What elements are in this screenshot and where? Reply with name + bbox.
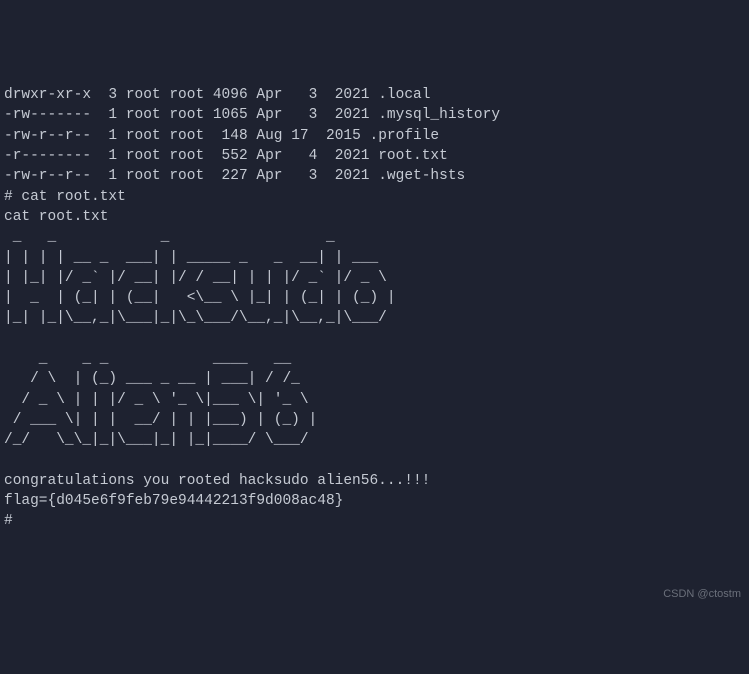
filename: root.txt — [378, 148, 448, 164]
filename: .mysql_history — [378, 107, 500, 123]
group: root — [169, 87, 204, 103]
perm: -rw------- — [4, 107, 91, 123]
owner: root — [126, 107, 161, 123]
prompt-line[interactable]: # cat root.txt — [4, 189, 126, 205]
day: 3 — [300, 168, 317, 184]
day: 4 — [300, 148, 317, 164]
size: 4096 — [213, 87, 248, 103]
owner: root — [126, 128, 161, 144]
day: 3 — [300, 87, 317, 103]
ascii-art-line: | _ | (_| | (__| <\__ \ |_| | (_| | (_) … — [4, 290, 465, 306]
perm: -rw-r--r-- — [4, 128, 91, 144]
ascii-art-line: / _ \ | | |/ _ \ '_ \|___ \| '_ \ — [4, 392, 387, 408]
ascii-art-line: | |_| |/ _` |/ __| |/ / __| | | |/ _` |/… — [4, 270, 465, 286]
perm: -r-------- — [4, 148, 91, 164]
links: 1 — [108, 148, 117, 164]
ls-row: -r-------- 1 root root 552 Apr 4 2021 ro… — [4, 148, 448, 164]
group: root — [169, 128, 204, 144]
month: Apr — [256, 107, 282, 123]
year: 2015 — [326, 128, 361, 144]
flag-output: flag={d045e6f9feb79e94442213f9d008ac48} — [4, 493, 343, 509]
perm: -rw-r--r-- — [4, 168, 91, 184]
ls-row: -rw-r--r-- 1 root root 227 Apr 3 2021 .w… — [4, 168, 465, 184]
year: 2021 — [335, 168, 370, 184]
ascii-art-line: / \ | (_) ___ _ __ | ___| / /_ — [4, 371, 387, 387]
terminal-output: drwxr-xr-x 3 root root 4096 Apr 3 2021 .… — [4, 85, 745, 532]
group: root — [169, 148, 204, 164]
year: 2021 — [335, 87, 370, 103]
size: 148 — [213, 128, 248, 144]
links: 3 — [108, 87, 117, 103]
ascii-art-line: / ___ \| | | __/ | | |___) | (_) | — [4, 412, 387, 428]
group: root — [169, 107, 204, 123]
owner: root — [126, 87, 161, 103]
size: 1065 — [213, 107, 248, 123]
ascii-art-line — [4, 331, 448, 347]
size: 552 — [213, 148, 248, 164]
ls-row: drwxr-xr-x 3 root root 4096 Apr 3 2021 .… — [4, 87, 430, 103]
prompt-line[interactable]: # — [4, 513, 21, 529]
year: 2021 — [335, 107, 370, 123]
owner: root — [126, 168, 161, 184]
links: 1 — [108, 168, 117, 184]
group: root — [169, 168, 204, 184]
filename: .profile — [370, 128, 440, 144]
month: Aug — [256, 128, 282, 144]
day: 17 — [291, 128, 308, 144]
ls-row: -rw------- 1 root root 1065 Apr 3 2021 .… — [4, 107, 500, 123]
ascii-art-line: _ _ _ _ — [4, 229, 465, 245]
congrats-message: congratulations you rooted hacksudo alie… — [4, 473, 430, 489]
ls-row: -rw-r--r-- 1 root root 148 Aug 17 2015 .… — [4, 128, 439, 144]
month: Apr — [256, 87, 282, 103]
ascii-art-line: _ _ _ ____ __ — [4, 351, 387, 367]
month: Apr — [256, 148, 282, 164]
links: 1 — [108, 107, 117, 123]
filename: .local — [378, 87, 430, 103]
day: 3 — [300, 107, 317, 123]
ascii-art-line: |_| |_|\__,_|\___|_|\_\___/\__,_|\__,_|\… — [4, 310, 465, 326]
size: 227 — [213, 168, 248, 184]
year: 2021 — [335, 148, 370, 164]
command-echo: cat root.txt — [4, 209, 108, 225]
month: Apr — [256, 168, 282, 184]
perm: drwxr-xr-x — [4, 87, 91, 103]
watermark-text: CSDN @ctostm — [663, 587, 741, 602]
filename: .wget-hsts — [378, 168, 465, 184]
owner: root — [126, 148, 161, 164]
links: 1 — [108, 128, 117, 144]
ascii-art-line: /_/ \_\_|_|\___|_| |_|____/ \___/ — [4, 432, 396, 448]
ascii-art-line: | | | | __ _ ___| | _____ _ _ __| | ___ — [4, 250, 465, 266]
